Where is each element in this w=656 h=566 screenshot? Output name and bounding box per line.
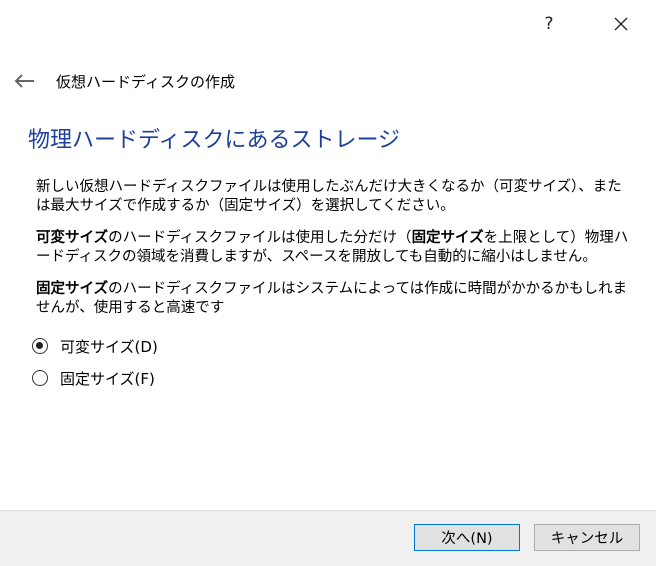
dynamic-size-term: 可変サイズ — [36, 230, 109, 246]
help-icon: ? — [544, 14, 554, 34]
fixed-size-term-2: 固定サイズ — [36, 281, 109, 297]
page-heading: 物理ハードディスクにあるストレージ — [28, 128, 401, 153]
help-button[interactable]: ? — [526, 0, 572, 48]
fixed-size-label: 固定サイズ(F) — [60, 369, 155, 388]
fixed-size-term: 固定サイズ — [411, 230, 484, 246]
button-bar: 次へ(N) キャンセル — [0, 510, 656, 566]
dynamic-size-label: 可変サイズ(D) — [60, 337, 158, 356]
dynamic-size-radio[interactable] — [32, 338, 48, 354]
close-icon — [614, 17, 628, 31]
paragraph-2-text-a: のハードディスクファイルは使用した分だけ（ — [108, 230, 412, 246]
wizard-nav: 仮想ハードディスクの作成 — [12, 66, 235, 96]
close-button[interactable] — [598, 0, 644, 48]
description-paragraph-2: 可変サイズのハードディスクファイルは使用した分だけ（固定サイズを上限として）物理… — [36, 229, 636, 267]
back-arrow-icon[interactable] — [12, 69, 36, 93]
fixed-size-radio[interactable] — [32, 370, 48, 386]
cancel-button[interactable]: キャンセル — [534, 524, 640, 551]
wizard-title: 仮想ハードディスクの作成 — [56, 72, 235, 91]
title-bar: ? — [0, 0, 656, 48]
description-paragraph-1: 新しい仮想ハードディスクファイルは使用したぶんだけ大きくなるか（可変サイズ）、ま… — [36, 179, 622, 214]
description-paragraph-3: 固定サイズのハードディスクファイルはシステムによっては作成に時間がかかるかもしれ… — [36, 280, 636, 318]
fixed-size-option[interactable]: 固定サイズ(F) — [32, 367, 155, 389]
description: 新しい仮想ハードディスクファイルは使用したぶんだけ大きくなるか（可変サイズ）、ま… — [36, 178, 636, 331]
dynamic-size-option[interactable]: 可変サイズ(D) — [32, 335, 158, 357]
paragraph-3-text: のハードディスクファイルはシステムによっては作成に時間がかかるかもしれませんが、… — [36, 281, 628, 316]
next-button[interactable]: 次へ(N) — [414, 524, 520, 551]
